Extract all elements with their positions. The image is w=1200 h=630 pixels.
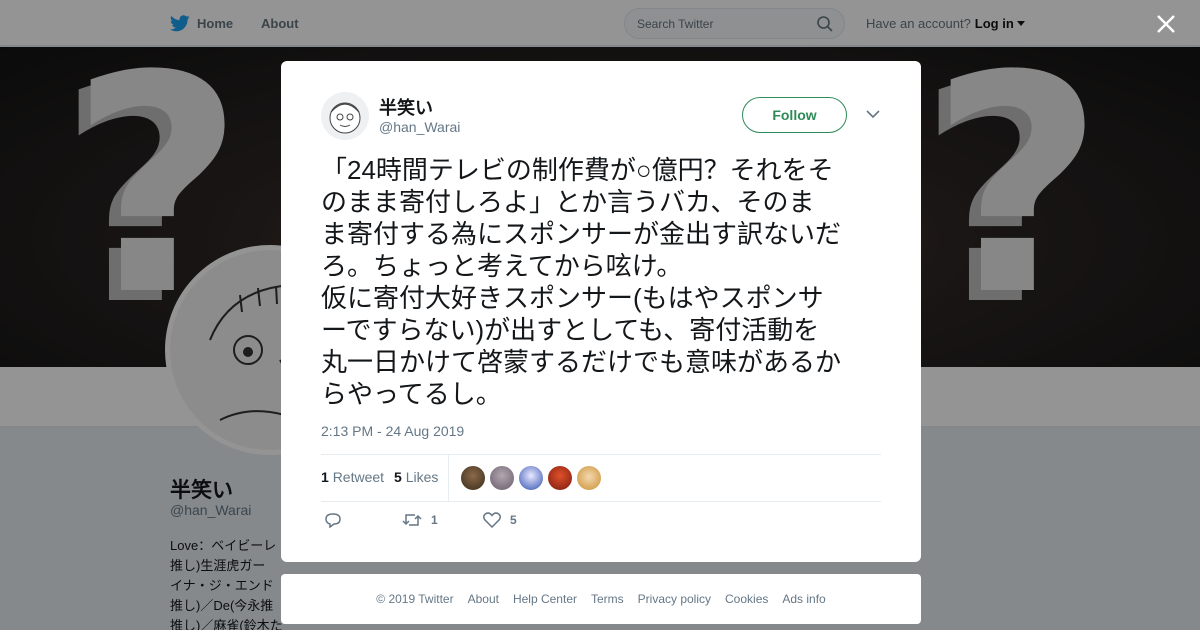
tweet-author-name[interactable]: 半笑い bbox=[379, 94, 433, 120]
tweet-author-avatar[interactable] bbox=[321, 92, 369, 140]
retweet-stat[interactable]: 1 Retweet bbox=[321, 469, 384, 485]
footer-link-help-center[interactable]: Help Center bbox=[513, 592, 577, 606]
like-action-count: 5 bbox=[510, 513, 517, 527]
liker-avatar[interactable] bbox=[577, 466, 601, 490]
retweet-button[interactable]: 1 bbox=[402, 512, 438, 528]
tweet-text-line: 仮に寄付大好きスポンサー(もはやスポンサ bbox=[321, 283, 824, 313]
tweet-text-line: ろ。ちょっと考えてから呟け。 bbox=[321, 251, 683, 281]
stats-divider bbox=[448, 455, 449, 502]
tweet-text-line: のまま寄付しろよ」とか言うバカ、そのま bbox=[321, 187, 815, 217]
likes-stat[interactable]: 5 Likes bbox=[394, 469, 438, 485]
liker-avatars bbox=[461, 466, 606, 490]
tweet-text-line: らやってるし。 bbox=[321, 379, 502, 409]
tweet-author-handle[interactable]: @han_Warai bbox=[379, 119, 460, 135]
liker-avatar[interactable] bbox=[490, 466, 514, 490]
tweet-text-line: 「24時間テレビの制作費が○億円？それをそ bbox=[321, 155, 834, 185]
footer-link-cookies[interactable]: Cookies bbox=[725, 592, 768, 606]
reply-button[interactable] bbox=[324, 512, 342, 528]
footer-link-ads-info[interactable]: Ads info bbox=[782, 592, 825, 606]
liker-avatar[interactable] bbox=[519, 466, 543, 490]
liker-avatar[interactable] bbox=[548, 466, 572, 490]
face-drawing-icon bbox=[329, 102, 361, 134]
retweet-icon bbox=[402, 514, 422, 526]
footer-link-about[interactable]: About bbox=[468, 592, 499, 606]
retweet-action-count: 1 bbox=[431, 513, 438, 527]
like-button[interactable]: 5 bbox=[483, 512, 517, 528]
retweet-count: 1 bbox=[321, 469, 329, 485]
footer-link-privacy[interactable]: Privacy policy bbox=[638, 592, 711, 606]
footer-link-terms[interactable]: Terms bbox=[591, 592, 624, 606]
close-icon[interactable] bbox=[1155, 13, 1177, 35]
tweet-timestamp[interactable]: 2:13 PM - 24 Aug 2019 bbox=[321, 423, 464, 439]
likes-count: 5 bbox=[394, 469, 402, 485]
heart-icon bbox=[483, 512, 501, 528]
tweet-text-line: 丸一日かけて啓蒙するだけでも意味があるか bbox=[321, 347, 842, 377]
tweet-actions: 1 5 bbox=[321, 512, 621, 534]
modal-footer: © 2019 Twitter About Help Center Terms P… bbox=[281, 574, 921, 624]
follow-button[interactable]: Follow bbox=[742, 97, 847, 133]
liker-avatar[interactable] bbox=[461, 466, 485, 490]
tweet-text: 「24時間テレビの制作費が○億円？それをそ のまま寄付しろよ」とか言うバカ、その… bbox=[321, 154, 887, 410]
tweet-text-line: ま寄付する為にスポンサーが金出す訳ないだ bbox=[321, 219, 842, 249]
reply-icon bbox=[325, 513, 341, 528]
footer-copyright: © 2019 Twitter bbox=[376, 592, 454, 606]
likes-label: Likes bbox=[405, 469, 439, 485]
tweet-stats: 1 Retweet 5 Likes bbox=[321, 454, 881, 502]
retweet-label: Retweet bbox=[332, 469, 385, 485]
tweet-modal: 半笑い @han_Warai Follow 「24時間テレビの制作費が○億円？そ… bbox=[281, 61, 921, 562]
tweet-text-line: ーですらない)が出すとしても、寄付活動を bbox=[321, 315, 820, 345]
chevron-down-icon[interactable] bbox=[866, 109, 880, 119]
